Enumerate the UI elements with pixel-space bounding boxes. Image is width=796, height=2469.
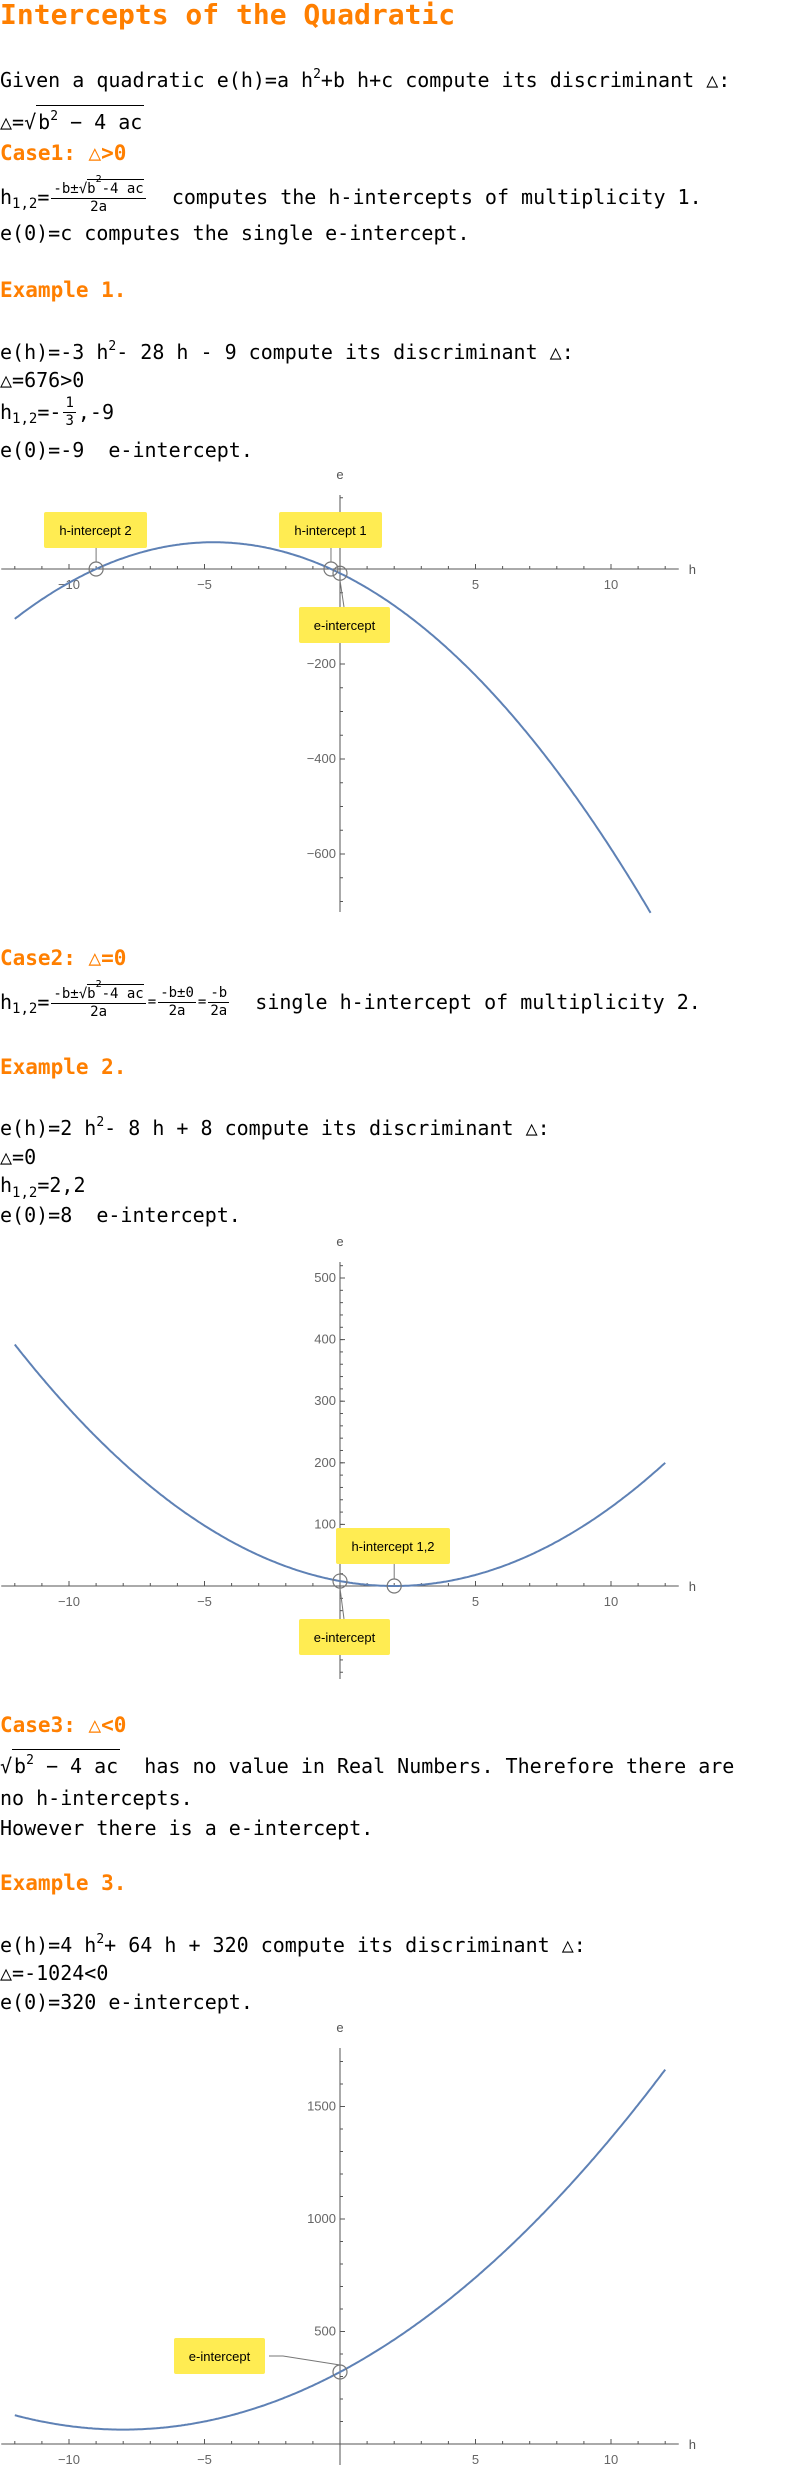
e-tick-label: −400 (307, 751, 336, 766)
e-axis-label: e (336, 2020, 343, 2035)
h-axis-label: h (689, 2437, 696, 2452)
e-tick-label: 100 (314, 1516, 336, 1531)
e-tick-label: 1500 (307, 2099, 336, 2114)
e-axis-label: e (336, 1234, 343, 1249)
subscript: 1,2 (12, 411, 38, 427)
e-tick-label: 200 (314, 1455, 336, 1470)
e-tick-label: 1000 (307, 2211, 336, 2226)
sqrt-expression: √ b2 − 4 ac (0, 1749, 121, 1780)
example1-equation: e(h)=-3 h2- 28 h - 9 compute its discrim… (0, 339, 574, 364)
example3-e-line: e(0)=320 e-intercept. (0, 1990, 253, 2014)
h-axis-label: h (689, 562, 696, 577)
example3-equation: e(h)=4 h2+ 64 h + 320 compute its discri… (0, 1932, 586, 1957)
h-tick-label: 5 (472, 577, 479, 592)
h-axis-label: h (689, 1579, 696, 1594)
callout-label: h-intercept 1 (294, 523, 366, 538)
case3-heading: Case3: △<0 (0, 1713, 127, 1737)
case3-line3: However there is a e-intercept. (0, 1816, 374, 1840)
h-tick-label: 10 (604, 1594, 618, 1609)
page-title: Intercepts of the Quadratic (0, 0, 456, 31)
h-tick-label: 10 (604, 2452, 618, 2467)
example1-roots: h 1,2 =- 1 3 ,-9 (0, 394, 114, 429)
e-tick-label: 400 (314, 1332, 336, 1347)
intro-line: Given a quadratic e(h)=a h2+b h+c comput… (0, 67, 731, 92)
quadratic-formula-fraction: -b± √ b2-4 ac 2a (51, 173, 146, 215)
case2-heading: Case2: △=0 (0, 946, 127, 970)
h-tick-label: −10 (58, 1594, 80, 1609)
e-tick-label: 300 (314, 1393, 336, 1408)
h-tick-label: 10 (604, 577, 618, 592)
callout-leader (269, 2355, 341, 2366)
plot-example-3: h e −10 −5 5 10 1500 1000 500 e-intercept (1, 2020, 696, 2467)
example2-roots: h1,2=2,2 (0, 1173, 86, 1201)
subscript: 1,2 (12, 1001, 38, 1017)
example2-discriminant: △=0 (0, 1145, 37, 1169)
fraction: -b±0 2a (158, 984, 196, 1019)
example3-heading: Example 3. (0, 1871, 127, 1895)
e-axis-label: e (336, 467, 343, 482)
case2-formula: h 1,2 = -b± √ b2-4 ac 2a = -b±0 2a = -b 2a single h-… (0, 978, 701, 1020)
plot-example-1: he−10 −5 5 10−200−400−600h-intercept 2 h-int… (1, 467, 696, 914)
h-tick-label: 5 (472, 2452, 479, 2467)
plot-example-2: he−10−5510500400300200100−100h-intercept… (1, 1234, 696, 1679)
e-tick-label: −200 (307, 656, 336, 671)
case3-line2: no h-intercepts. (0, 1786, 193, 1810)
callout-leader (339, 580, 345, 608)
e-tick-label: 500 (314, 1270, 336, 1285)
sqrt-expression: √ b2 − 4 ac (24, 105, 145, 136)
example3-discriminant: △=-1024<0 (0, 1961, 109, 1985)
case1-formula: h 1,2 = -b± √ b2-4 ac 2a computes the h-interc… (0, 173, 702, 215)
callout-label: e-intercept (314, 1630, 376, 1645)
fraction: 13 (63, 394, 76, 429)
case1-heading: Case1: △>0 (0, 141, 127, 165)
quadratic-formula-fraction: -b± √ b2-4 ac 2a (51, 978, 146, 1020)
discriminant-definition: △=√ b2 − 4 ac (0, 105, 145, 136)
e-tick-label: 500 (314, 2324, 336, 2339)
callout-label: e-intercept (314, 618, 376, 633)
callout-label: h-intercept 2 (59, 523, 131, 538)
h-tick-label: −5 (197, 2452, 212, 2467)
h-tick-label: −10 (58, 2452, 80, 2467)
example2-heading: Example 2. (0, 1055, 127, 1079)
callout-leader (339, 1588, 345, 1620)
h-tick-label: −5 (197, 577, 212, 592)
callout-label: h-intercept 1,2 (351, 1539, 434, 1554)
case1-e-line: e(0)=c computes the single e-intercept. (0, 221, 470, 245)
case3-statement: √ b2 − 4 ac has no value in Real Numbers.… (0, 1749, 734, 1780)
subscript: 1,2 (12, 196, 38, 212)
h-tick-label: 5 (472, 1594, 479, 1609)
example1-heading: Example 1. (0, 278, 127, 302)
h-tick-label: −5 (197, 1594, 212, 1609)
e-tick-label: −600 (307, 846, 336, 861)
callout-label: e-intercept (189, 2349, 251, 2364)
fraction: -b 2a (208, 984, 230, 1019)
example2-equation: e(h)=2 h2- 8 h + 8 compute its discrimin… (0, 1115, 550, 1140)
